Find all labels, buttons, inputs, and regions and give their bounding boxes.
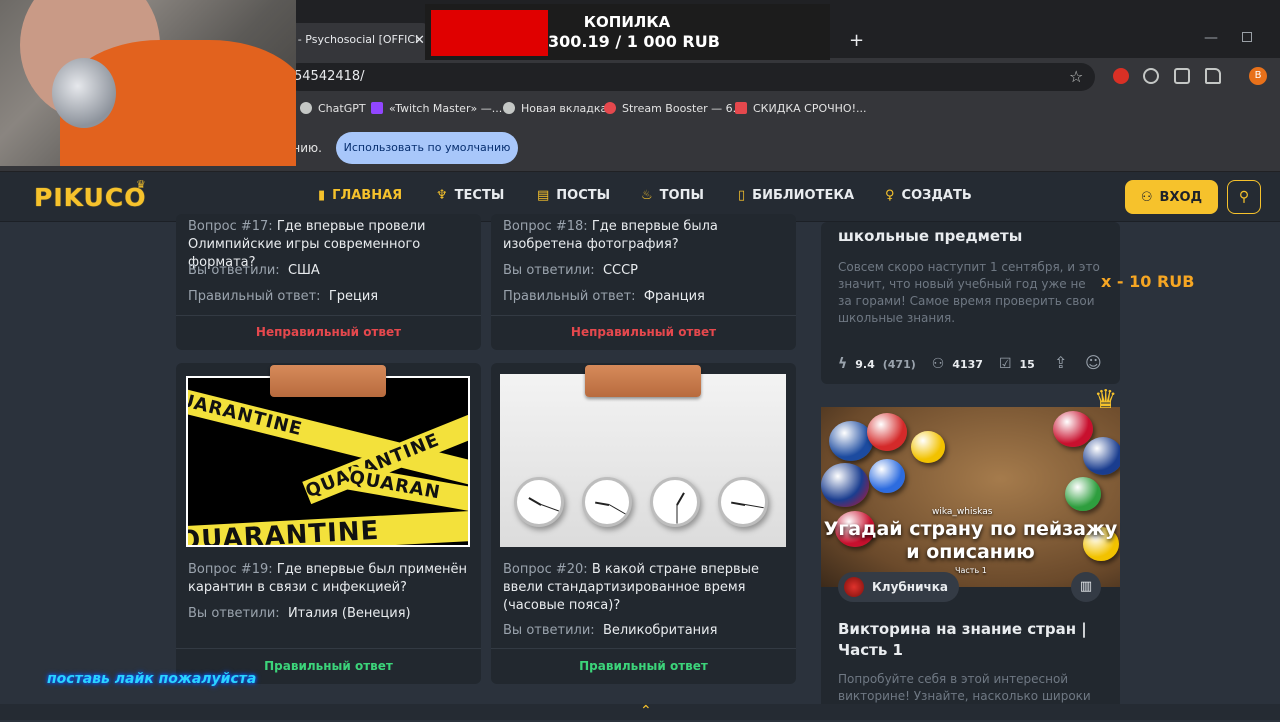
login-button[interactable]: ⚇ ВХОД (1125, 180, 1218, 214)
set-default-button[interactable]: Использовать по умолчанию (336, 132, 518, 164)
cover-title: Угадай страну по пейзажу и описанию (823, 518, 1118, 563)
extension-icon[interactable] (1143, 68, 1159, 84)
maximize-icon[interactable] (1242, 32, 1252, 42)
stats-button[interactable]: ▥ (1071, 572, 1101, 602)
twitch-icon (371, 102, 383, 114)
site-logo[interactable]: PIKUCO (34, 183, 146, 212)
new-tab-icon[interactable]: + (849, 30, 864, 51)
quiz-title[interactable]: школьные предметы (838, 227, 1022, 245)
verdict-label: Неправильный ответ (255, 325, 402, 339)
question-text: Вопрос #19: Где впервые был применён кар… (188, 562, 468, 595)
quarantine-image: QUARANTINE QUARANTINE QUARAN QUARANTINE (186, 376, 470, 547)
clock-icon (582, 477, 632, 527)
crown-icon: ♛ (136, 178, 146, 191)
headphones-icon (52, 58, 116, 128)
correct-answer: Правильный ответ: Греция (188, 289, 379, 304)
clock-icon (650, 477, 700, 527)
chatgpt-icon (300, 102, 312, 114)
world-clocks-image (500, 374, 786, 547)
tab-close-icon[interactable]: ✕ (414, 33, 425, 48)
correct-answer: Правильный ответ: Франция (503, 289, 705, 304)
book-icon: ▯ (738, 188, 746, 203)
trophy-icon: ♆ (436, 188, 448, 203)
question-text: Вопрос #20: В какой стране впервые ввели… (503, 562, 759, 613)
divider (491, 648, 796, 649)
browser-tab-active[interactable]: t - Psychosocial [OFFICI (280, 23, 430, 58)
stream-booster-icon (604, 102, 616, 114)
quiz-meta: ϟ 9.4 (471) ⚇ 4137 ☑ 15 (838, 356, 1035, 372)
webcam-overlay (0, 0, 296, 166)
verdict-label: Неправильный ответ (570, 325, 717, 339)
mask-icon[interactable]: ☺ (1085, 353, 1102, 372)
tape-decoration (270, 365, 386, 397)
cover-author: wika_whiskas (932, 507, 993, 517)
address-bar[interactable]: 54542418/ (285, 63, 1095, 91)
nav-create[interactable]: ♀ СОЗДАТЬ (885, 188, 972, 203)
author-chip[interactable]: Клубничка (838, 572, 959, 602)
donation-bonus-text: x - 10 RUB (1101, 272, 1195, 291)
nav-tests[interactable]: ♆ ТЕСТЫ (436, 188, 504, 203)
bookmark-item[interactable]: ChatGPT (300, 100, 366, 116)
divider (491, 315, 796, 316)
document-icon: ▤ (537, 188, 550, 203)
bookmark-item[interactable]: Новая вкладка (503, 100, 607, 116)
donation-goal-title: КОПИЛКА (583, 13, 671, 31)
verdict-label: Правильный ответ (579, 659, 708, 673)
profile-avatar[interactable]: B (1249, 67, 1267, 85)
sale-icon (735, 102, 747, 114)
clock-icon (514, 477, 564, 527)
bookmark-item[interactable]: СКИДКА СРОЧНО!... (735, 100, 867, 116)
divider (176, 315, 481, 316)
bookmark-item[interactable]: «Twitch Master» —... (371, 100, 502, 116)
upload-icon[interactable]: ⇪ (1054, 353, 1067, 372)
quiz-plays: 4137 (952, 357, 983, 371)
donation-goal-amount: 300.19 / 1 000 RUB (548, 32, 720, 51)
question-text: Вопрос #18: Где впервые была изобретена … (503, 219, 718, 252)
divider (176, 648, 481, 649)
your-answer: Вы ответили: США (188, 263, 320, 278)
nav-tops[interactable]: ♨ ТОПЫ (641, 188, 704, 203)
bookmark-icon: ▮ (318, 188, 326, 203)
users-icon: ⚇ (931, 356, 945, 372)
extension-icon[interactable] (1113, 68, 1129, 84)
bookmark-item[interactable]: Stream Booster — 6... (604, 100, 743, 116)
extensions-puzzle-icon[interactable] (1205, 68, 1221, 84)
avatar (844, 577, 864, 597)
search-button[interactable]: ⚲ (1227, 180, 1261, 214)
your-answer: Вы ответили: СССР (503, 263, 639, 278)
extension-icon[interactable] (1174, 68, 1190, 84)
fire-icon: ♨ (641, 188, 653, 203)
like-prompt: поставь лайк пожалуйста (47, 671, 257, 687)
minimize-icon[interactable]: — (1204, 30, 1218, 46)
quiz-title[interactable]: Викторина на знание стран | Часть 1 (838, 619, 1108, 661)
redacted-block (431, 10, 548, 56)
bar-chart-icon: ▥ (1079, 579, 1093, 594)
quiz-description: Совсем скоро наступит 1 сентября, и это … (838, 260, 1100, 325)
nav-home[interactable]: ▮ ГЛАВНАЯ (318, 188, 402, 203)
bookmark-star-icon[interactable]: ☆ (1069, 67, 1083, 86)
quiz-questions: 15 (1019, 357, 1035, 371)
tape-decoration (585, 365, 701, 397)
nav-library[interactable]: ▯ БИБЛИОТЕКА (738, 188, 854, 203)
quiz-votes: (471) (882, 357, 916, 371)
quiz-rating: 9.4 (855, 357, 875, 371)
nav-posts[interactable]: ▤ ПОСТЫ (537, 188, 610, 203)
scroll-up-icon[interactable]: ⌃ (640, 703, 652, 719)
globe-icon (503, 102, 515, 114)
tape-band: QUARANTINE (188, 509, 468, 545)
user-icon: ⚇ (1140, 189, 1153, 205)
cover-part: Часть 1 (955, 566, 987, 575)
lightbulb-icon: ♀ (885, 188, 895, 203)
lightning-icon: ϟ (838, 356, 848, 372)
search-icon: ⚲ (1238, 189, 1250, 205)
check-icon: ☑ (998, 356, 1012, 372)
clock-icon (718, 477, 768, 527)
crown-icon: ♛ (1094, 385, 1118, 415)
your-answer: Вы ответили: Великобритания (503, 623, 718, 638)
your-answer: Вы ответили: Италия (Венеция) (188, 606, 411, 621)
